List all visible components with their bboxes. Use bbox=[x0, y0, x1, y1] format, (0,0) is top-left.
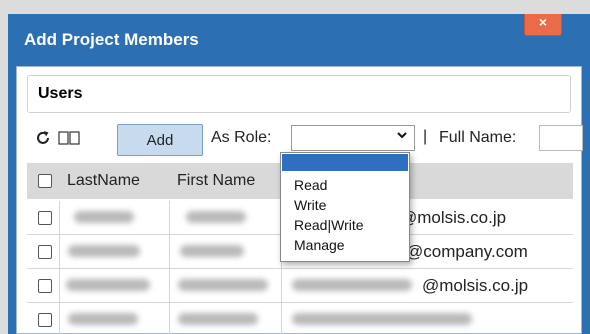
redacted-text bbox=[68, 313, 138, 325]
toolbar: Add As Role: | Full Name: bbox=[29, 123, 583, 156]
role-option-read[interactable]: Read bbox=[294, 177, 327, 193]
chevron-down-icon bbox=[396, 129, 408, 144]
email-cell: @molsis.co.jp bbox=[281, 269, 573, 302]
email-domain: @company.com bbox=[406, 242, 528, 261]
role-option-manage[interactable]: Manage bbox=[294, 237, 345, 253]
fullname-label: Full Name: bbox=[439, 129, 517, 146]
role-label: As Role: bbox=[211, 129, 272, 146]
add-button[interactable]: Add bbox=[117, 124, 203, 156]
close-button[interactable]: × bbox=[524, 14, 562, 36]
table-row[interactable] bbox=[27, 303, 573, 334]
role-option-write[interactable]: Write bbox=[294, 197, 326, 213]
redacted-text bbox=[178, 313, 258, 325]
add-button-label: Add bbox=[146, 131, 174, 149]
role-select[interactable] bbox=[291, 125, 415, 151]
firstname-cell bbox=[169, 303, 282, 334]
row-checkbox[interactable] bbox=[38, 279, 52, 293]
redacted-text bbox=[66, 279, 150, 291]
redacted-text bbox=[68, 245, 140, 257]
row-checkbox[interactable] bbox=[38, 245, 52, 259]
lastname-cell bbox=[59, 303, 170, 334]
firstname-cell bbox=[169, 201, 282, 234]
users-section-title: Users bbox=[38, 85, 83, 102]
redacted-text bbox=[74, 211, 134, 223]
role-dropdown-menu: Read Write Read|Write Manage bbox=[280, 152, 410, 262]
email-domain: @molsis.co.jp bbox=[422, 276, 529, 295]
row-checkbox[interactable] bbox=[38, 313, 52, 327]
firstname-cell bbox=[169, 235, 282, 268]
redacted-text bbox=[292, 313, 472, 325]
lastname-cell bbox=[59, 201, 170, 234]
role-option-read-write[interactable]: Read|Write bbox=[294, 217, 364, 233]
refresh-icon[interactable] bbox=[33, 127, 53, 149]
row-checkbox[interactable] bbox=[38, 211, 52, 225]
dialog-titlebar[interactable]: Add Project Members × bbox=[8, 14, 590, 66]
email-cell bbox=[281, 303, 573, 334]
columns-icon[interactable] bbox=[57, 127, 81, 149]
fullname-input[interactable] bbox=[539, 125, 583, 151]
users-section-header: Users bbox=[27, 75, 571, 113]
close-icon: × bbox=[538, 14, 548, 30]
email-domain: @molsis.co.jp bbox=[400, 208, 507, 227]
redacted-text bbox=[292, 279, 412, 291]
select-all-checkbox[interactable] bbox=[38, 174, 52, 188]
table-row[interactable]: @molsis.co.jp bbox=[27, 269, 573, 303]
column-header-firstname[interactable]: First Name bbox=[177, 172, 255, 190]
redacted-text bbox=[178, 279, 268, 291]
dialog-title: Add Project Members bbox=[24, 30, 199, 49]
redacted-text bbox=[180, 245, 244, 257]
column-header-lastname[interactable]: LastName bbox=[67, 172, 140, 190]
lastname-cell bbox=[59, 235, 170, 268]
redacted-text bbox=[186, 211, 246, 223]
firstname-cell bbox=[169, 269, 282, 302]
lastname-cell bbox=[59, 269, 170, 302]
role-option-blank[interactable] bbox=[282, 154, 408, 171]
toolbar-separator: | bbox=[423, 128, 428, 145]
